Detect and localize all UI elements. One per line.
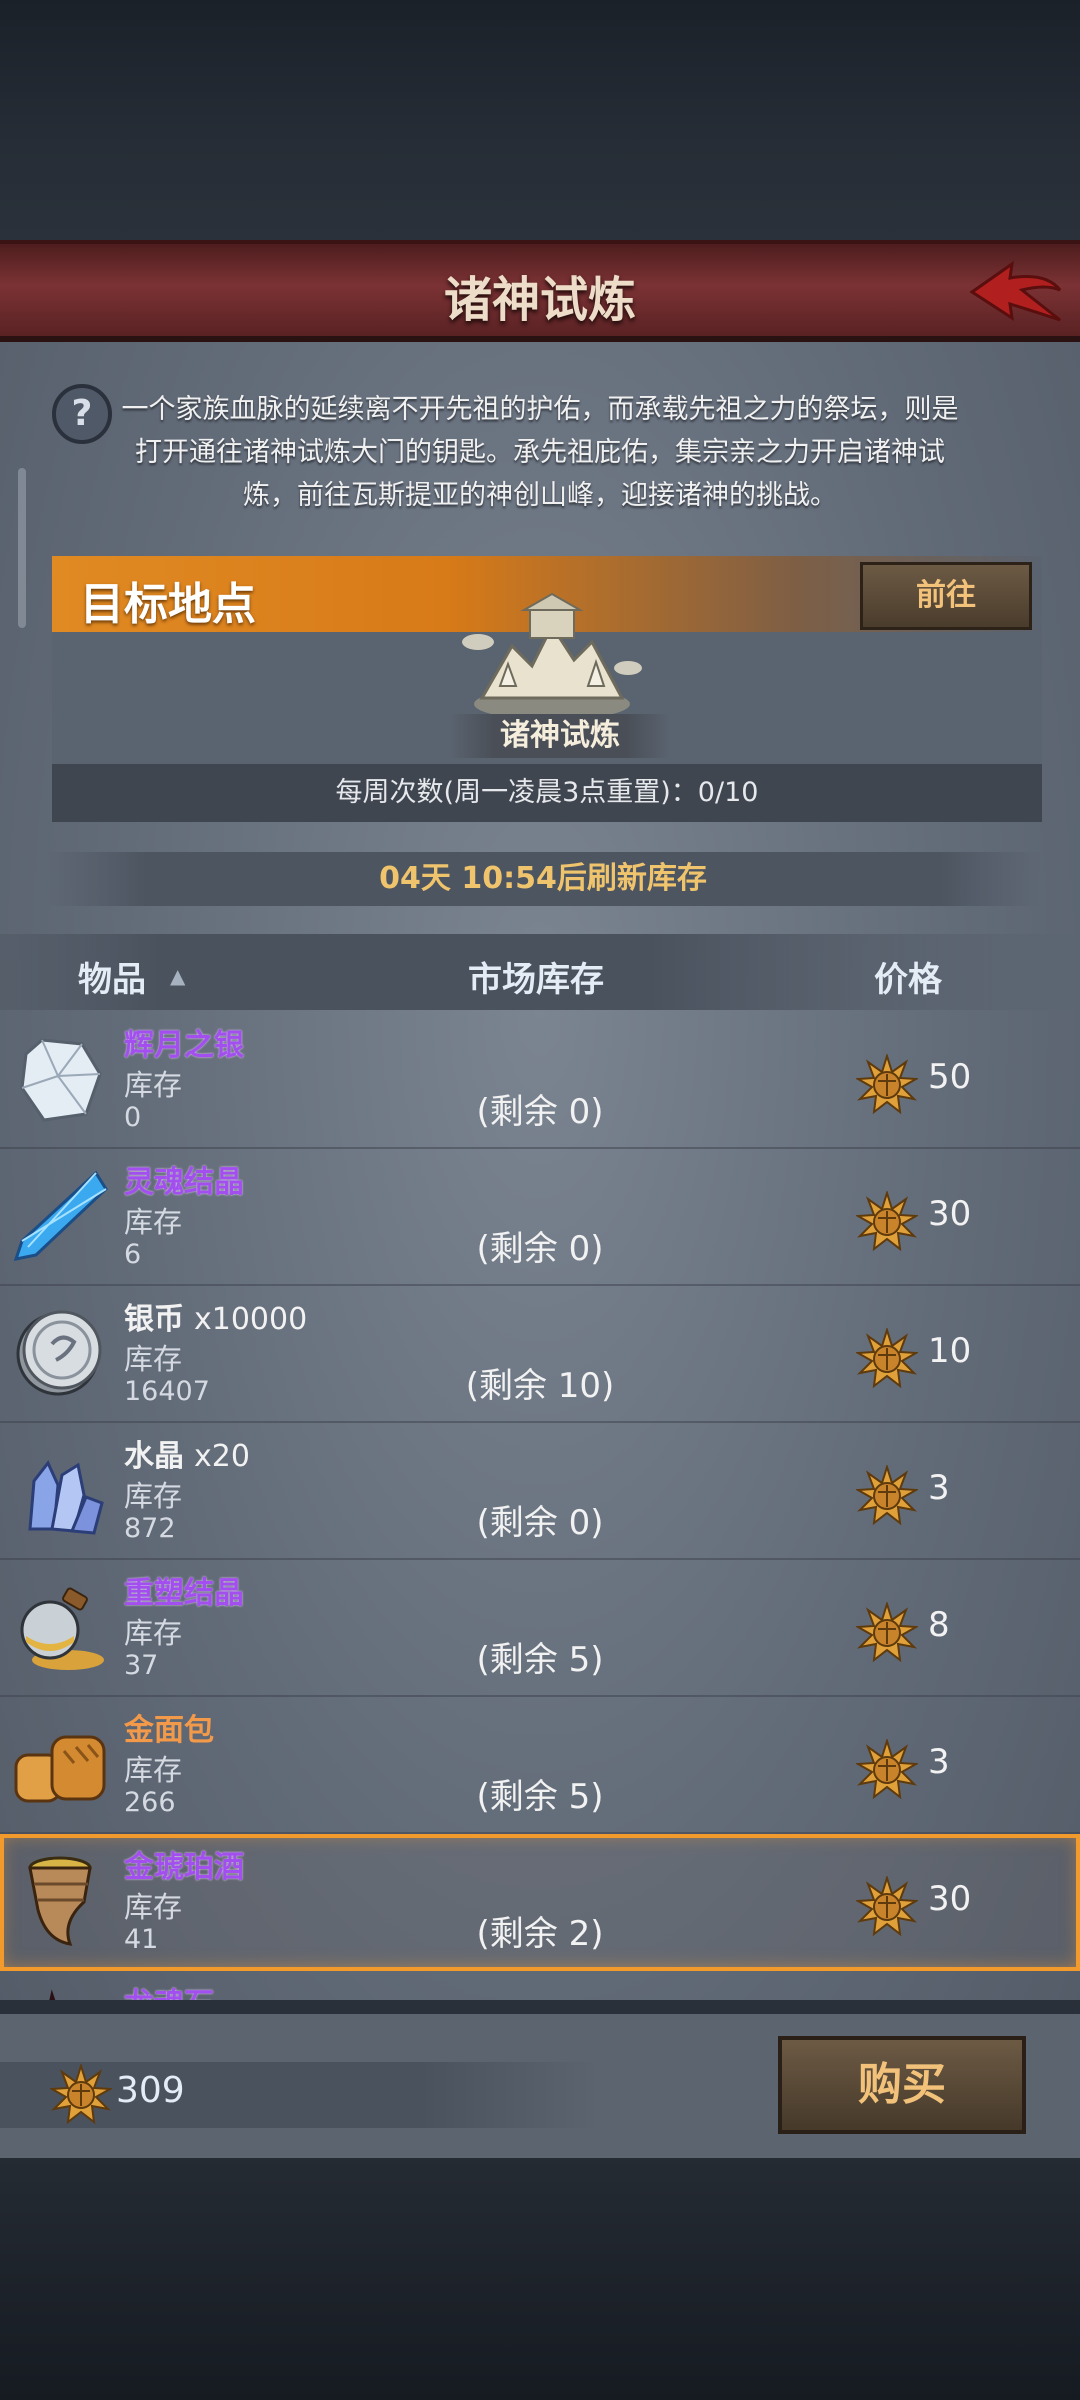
dragon-stone-icon [49, 1989, 56, 2000]
weekly-count: 每周次数(周一凌晨3点重置)：0/10 [52, 764, 1042, 822]
stock-value: 37 [124, 1650, 159, 1681]
stock-value: 6 [124, 1239, 142, 1270]
item-name: 银币 x10000 [124, 1302, 308, 1337]
column-item[interactable]: 物品 [78, 952, 146, 1001]
stock-value: 16407 [124, 1376, 210, 1407]
footer-bar: 309 购买 [0, 2014, 1080, 2158]
target-location-box: 目标地点 前往 诸神试炼 每周次数(周一凌晨3点重置)：0/10 [52, 556, 1042, 822]
price-value: 3 [928, 1742, 950, 1782]
target-label: 目标地点 [80, 579, 256, 630]
list-item[interactable]: 灵魂结晶 库存 6 (剩余 0) 30 [0, 1149, 1080, 1286]
price-value: 3 [928, 1468, 950, 1508]
bottom-background [0, 2158, 1080, 2400]
sun-coin-icon [856, 1465, 918, 1526]
sun-coin-icon [856, 1739, 918, 1800]
column-price: 价格 [874, 960, 942, 1000]
blue-crystal-icon [13, 1170, 108, 1261]
stock-value: 266 [124, 1787, 176, 1818]
help-icon[interactable]: ? [52, 384, 112, 444]
stock-label: 库存 [124, 1890, 183, 1924]
stock-label: 库存 [124, 1616, 183, 1650]
item-name: 金琥珀酒 [124, 1850, 244, 1885]
column-header: 物品 ▲ 市场库存 价格 [0, 934, 1080, 1010]
list-item-selected[interactable]: 金琥珀酒 库存 41 (剩余 2) 30 [0, 1834, 1080, 1971]
intro-text: 一个家族血脉的延续离不开先祖的护佑，而承载先祖之力的祭坛，则是打开通往诸神试炼大… [121, 394, 959, 511]
stock-value: 0 [124, 1102, 142, 1133]
price-value: 10 [928, 1331, 972, 1371]
refresh-timer: 04天 10:54后刷新库存 [46, 852, 1040, 906]
item-name: 辉月之银 [124, 1028, 244, 1063]
silver-coin-icon [16, 1310, 102, 1396]
list-item[interactable]: 龙魂石 [0, 1971, 1080, 2000]
stock-label: 库存 [124, 1342, 183, 1376]
sun-coin-icon [856, 1876, 918, 1937]
stock-label: 库存 [124, 1205, 183, 1239]
list-divider [0, 2000, 1080, 2014]
page-title: 诸神试炼 [443, 272, 636, 328]
remaining-stock: (剩余 5) [476, 1640, 604, 1680]
sun-coin-icon [856, 1328, 918, 1389]
title-bar: 诸神试炼 [0, 240, 1080, 342]
top-background [0, 0, 1080, 240]
back-arrow-icon[interactable] [966, 250, 1066, 330]
sun-coin-icon [50, 2064, 112, 2125]
place-name: 诸神试炼 [450, 714, 670, 758]
item-name: 龙魂石 [124, 1979, 214, 2000]
price-value: 30 [928, 1879, 972, 1919]
stock-value: 41 [124, 1924, 159, 1955]
currency-balance: 309 [116, 2070, 185, 2111]
price-value: 50 [928, 1057, 972, 1097]
sun-coin-icon [856, 1191, 918, 1252]
stock-label: 库存 [124, 1479, 183, 1513]
item-name: 金面包 [124, 1713, 214, 1748]
sun-coin-icon [856, 1602, 918, 1663]
item-name: 重塑结晶 [124, 1576, 244, 1611]
item-name: 水晶 x20 [124, 1439, 250, 1474]
item-quantity: x10000 [194, 1302, 308, 1337]
price-value: 30 [928, 1194, 972, 1234]
remaining-stock: (剩余 0) [476, 1503, 604, 1543]
item-quantity: x20 [194, 1439, 250, 1474]
price-value: 8 [928, 1605, 950, 1645]
remaining-stock: (剩余 2) [476, 1914, 604, 1954]
list-item[interactable]: 重塑结晶 库存 37 (剩余 5) 8 [0, 1560, 1080, 1697]
column-stock: 市场库存 [468, 960, 604, 1000]
remaining-stock: (剩余 0) [476, 1092, 604, 1132]
horn-cup-icon [28, 1856, 92, 1946]
sort-up-icon[interactable]: ▲ [170, 964, 185, 988]
bread-icon [14, 1735, 106, 1803]
remaining-stock: (剩余 0) [476, 1229, 604, 1269]
stock-label: 库存 [124, 1068, 183, 1102]
remaining-stock: (剩余 10) [465, 1366, 615, 1406]
list-item[interactable]: 银币 x10000 库存 16407 (剩余 10) 10 [0, 1286, 1080, 1423]
scrollbar[interactable] [18, 468, 26, 628]
remaining-stock: (剩余 5) [476, 1777, 604, 1817]
stock-value: 872 [124, 1513, 176, 1544]
list-item[interactable]: 金面包 库存 266 (剩余 5) 3 [0, 1697, 1080, 1834]
sun-coin-icon [856, 1054, 918, 1115]
item-name: 灵魂结晶 [124, 1165, 244, 1200]
crystal-cluster-icon [28, 1460, 104, 1535]
silver-ore-icon [20, 1038, 102, 1122]
stock-label: 库存 [124, 1753, 183, 1787]
list-item[interactable]: 辉月之银 库存 0 (剩余 0) 50 [0, 1012, 1080, 1149]
buy-button[interactable]: 购买 [778, 2036, 1026, 2134]
item-list: 辉月之银 库存 0 (剩余 0) 50 灵魂结晶 库存 6 (剩余 0) 30 [0, 1012, 1080, 2000]
list-item[interactable]: 水晶 x20 库存 872 (剩余 0) 3 [0, 1423, 1080, 1560]
potion-flask-icon [20, 1587, 104, 1670]
go-button[interactable]: 前往 [860, 562, 1032, 630]
